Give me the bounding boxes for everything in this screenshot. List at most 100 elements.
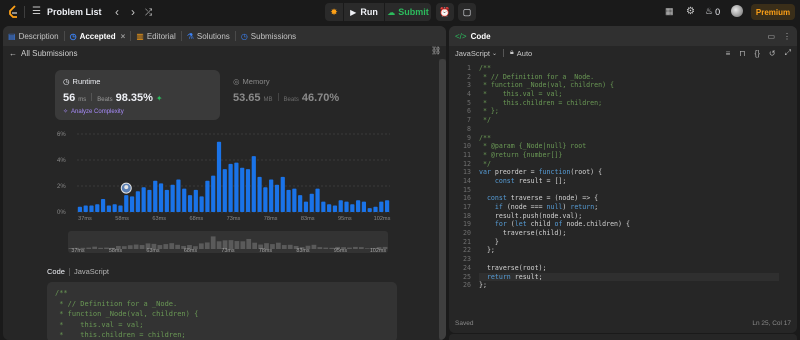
code-line[interactable]: for (let child of node.children) { [479, 220, 779, 229]
panel-resize-handle[interactable] [449, 334, 797, 340]
shuffle-icon[interactable]: ⤮ [145, 7, 152, 18]
timer-button[interactable]: ⏰ [436, 3, 454, 21]
histogram-bar[interactable] [193, 189, 198, 212]
code-line[interactable]: }; [479, 281, 779, 290]
code-line[interactable]: var preorder = function(root) { [479, 168, 779, 177]
histogram-bar[interactable] [124, 195, 129, 212]
histogram-bar[interactable] [367, 208, 372, 212]
tab-accepted[interactable]: ◷ Accepted × [65, 26, 131, 46]
histogram-bar[interactable] [373, 206, 378, 212]
histogram-bar[interactable] [327, 204, 332, 212]
maximize-icon[interactable]: ▭ [767, 32, 775, 41]
code-line[interactable]: * this.children = children; [479, 99, 779, 108]
code-line[interactable]: } [479, 238, 779, 247]
format-icon[interactable]: ≡ [726, 49, 731, 58]
problem-list-icon[interactable]: ☰ [32, 6, 41, 17]
histogram-bar[interactable] [228, 163, 233, 212]
histogram-bar[interactable] [83, 205, 88, 213]
code-line[interactable]: * // Definition for a _Node. [479, 73, 779, 82]
histogram-bar[interactable] [135, 191, 140, 212]
settings-gear-icon[interactable]: ⚙ [686, 6, 695, 17]
histogram-bar[interactable] [89, 205, 94, 213]
histogram-bar[interactable] [280, 176, 285, 212]
tab-submissions[interactable]: ◷ Submissions [236, 26, 301, 46]
code-line[interactable]: }; [479, 246, 779, 255]
code-line[interactable]: /** [479, 134, 779, 143]
auto-mode[interactable]: 🔒︎ Auto [510, 49, 532, 58]
tab-description[interactable]: ▤ Description [3, 26, 64, 46]
histogram-bar[interactable] [338, 200, 343, 212]
histogram-bar[interactable] [141, 187, 146, 212]
run-button[interactable]: ▶ Run [344, 3, 384, 21]
histogram-bar[interactable] [303, 201, 309, 212]
bookmark-icon[interactable]: ⊓ [739, 49, 745, 58]
code-line[interactable]: /** [479, 64, 779, 73]
code-area[interactable]: /** * // Definition for a _Node. * funct… [479, 64, 779, 290]
histogram-bar[interactable] [385, 200, 390, 212]
histogram-bar[interactable] [205, 180, 210, 212]
left-scrollbar[interactable] [439, 59, 446, 340]
histogram-bar[interactable] [164, 189, 169, 212]
language-select[interactable]: JavaScript ⌄ [455, 49, 497, 58]
histogram-bar[interactable] [234, 162, 239, 212]
code-line[interactable]: return result; [479, 272, 779, 282]
next-problem-icon[interactable]: › [131, 5, 135, 19]
premium-button[interactable]: Premium [751, 4, 795, 20]
code-line[interactable]: * @return {number[]} [479, 151, 779, 160]
runtime-distribution-chart[interactable]: 6% 4% 2% 0% 37ms 58ms 63ms 68ms 73ms 78ms 83ms 95ms… [55, 124, 395, 222]
runtime-range-overview[interactable]: 37ms 58ms 63ms 68ms 73ms 78ms 83ms 95ms 102ms [68, 231, 388, 253]
code-line[interactable]: * }; [479, 107, 779, 116]
more-options-icon[interactable]: ⋮ [783, 32, 791, 41]
histogram-bar[interactable] [216, 141, 222, 212]
histogram-bar[interactable] [309, 193, 314, 212]
tab-editorial[interactable]: ▥ Editorial [131, 26, 180, 46]
histogram-bar[interactable] [158, 183, 164, 212]
code-line[interactable] [479, 186, 779, 195]
code-line[interactable] [479, 125, 779, 134]
code-line[interactable]: */ [479, 160, 779, 169]
code-line[interactable]: traverse(root); [479, 264, 779, 273]
histogram-bar[interactable] [147, 189, 152, 212]
code-line[interactable]: const traverse = (node) => { [479, 194, 779, 203]
code-line[interactable]: */ [479, 116, 779, 125]
editor-body[interactable]: 1 2 3 4 5 6 7 8 9 10 11 12 13 14 15 16 17 18 19 20 21 22 23 24 2… [449, 64, 797, 314]
expand-icon[interactable]: ⤢ [785, 48, 791, 58]
histogram-bar[interactable] [77, 206, 82, 212]
avatar[interactable] [731, 5, 743, 17]
problem-list-link[interactable]: Problem List [47, 7, 102, 17]
histogram-bar[interactable] [344, 201, 349, 212]
histogram-bar[interactable] [211, 175, 216, 212]
notes-button[interactable]: ▢ [458, 3, 476, 21]
code-line[interactable] [479, 255, 779, 264]
layout-grid-icon[interactable]: ▦ [665, 6, 674, 17]
code-line[interactable]: * function _Node(val, children) { [479, 81, 779, 90]
scrollbar-thumb[interactable] [439, 59, 446, 340]
streak-counter[interactable]: ♨ 0 [705, 6, 720, 17]
histogram-bar[interactable] [222, 169, 227, 212]
share-link-icon[interactable]: ⛓ [431, 46, 441, 55]
memory-card[interactable]: ◎ Memory 53.65 MB Beats 46.70% [225, 70, 395, 120]
histogram-bar[interactable] [176, 179, 181, 213]
submit-button[interactable]: ☁ Submit [385, 3, 431, 21]
histogram-bar[interactable] [292, 188, 297, 212]
code-line[interactable]: result.push(node.val); [479, 212, 779, 221]
analyze-complexity-link[interactable]: ✧ Analyze Complexity [63, 108, 124, 116]
histogram-bar[interactable] [118, 205, 123, 213]
histogram-bar[interactable] [356, 200, 361, 212]
code-line[interactable]: * this.val = val; [479, 90, 779, 99]
histogram-bar[interactable] [182, 188, 187, 212]
runtime-card[interactable]: ◷ Runtime 56 ms Beats 98.35% ✦ ✧ Analyze C… [55, 70, 220, 120]
code-line[interactable]: traverse(child); [479, 229, 779, 238]
debug-button[interactable]: ✸ [325, 3, 343, 21]
histogram-bar[interactable] [361, 201, 367, 212]
reset-icon[interactable]: ↺ [769, 49, 776, 58]
histogram-bar[interactable] [129, 196, 135, 212]
histogram-bar[interactable] [257, 176, 262, 212]
histogram-bar[interactable] [332, 205, 338, 213]
braces-icon[interactable]: {} [755, 49, 760, 58]
code-line[interactable]: * @param {_Node|null} root [479, 142, 779, 151]
back-to-submissions[interactable]: ← All Submissions [9, 47, 77, 59]
tab-solutions[interactable]: ⚗ Solutions [182, 26, 235, 46]
histogram-bar[interactable] [112, 204, 117, 212]
prev-problem-icon[interactable]: ‹ [115, 5, 119, 19]
